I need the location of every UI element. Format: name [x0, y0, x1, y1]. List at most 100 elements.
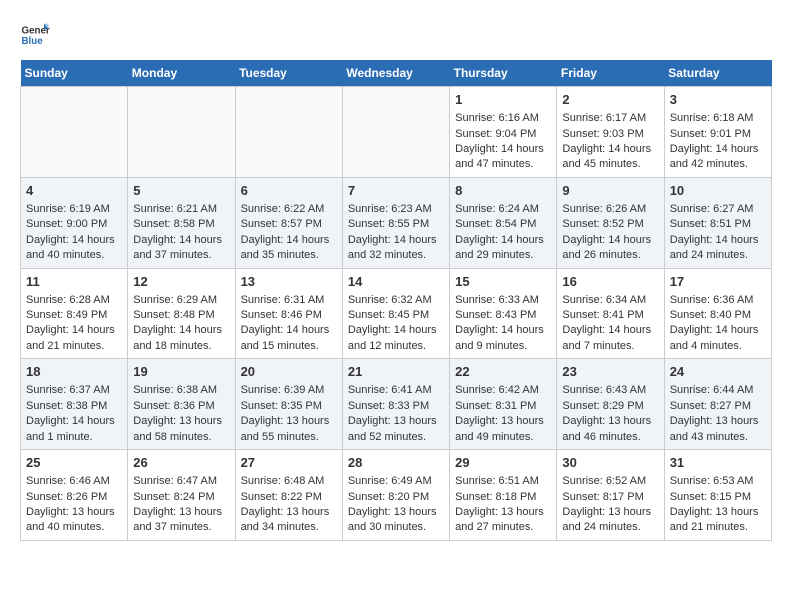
day-number: 18 [26, 363, 122, 381]
calendar-cell: 25 Sunrise: 6:46 AMSunset: 8:26 PMDayligh… [21, 450, 128, 541]
day-number: 29 [455, 454, 551, 472]
calendar-cell: 18Sunrise: 6:37 AMSunset: 8:38 PMDayligh… [21, 359, 128, 450]
day-number: 6 [241, 182, 337, 200]
calendar-week-row: 4Sunrise: 6:19 AMSunset: 9:00 PMDaylight… [21, 177, 772, 268]
day-info: Daylight: 14 hours and 40 minutes. [26, 233, 122, 264]
day-info: Sunset: 8:48 PM [133, 308, 229, 323]
day-number: 23 [562, 363, 658, 381]
day-number: 31 [670, 454, 766, 472]
day-info: Sunset: 8:22 PM [241, 490, 337, 505]
day-info: Sunrise: 6:36 AM [670, 293, 766, 308]
day-number: 8 [455, 182, 551, 200]
day-header-thursday: Thursday [450, 60, 557, 87]
day-number: 26 [133, 454, 229, 472]
day-info: Sunset: 8:18 PM [455, 490, 551, 505]
calendar-cell: 6Sunrise: 6:22 AMSunset: 8:57 PMDaylight… [235, 177, 342, 268]
day-info: Sunrise: 6:34 AM [562, 293, 658, 308]
day-info: Daylight: 13 hours and 49 minutes. [455, 414, 551, 445]
day-info: Daylight: 13 hours and 52 minutes. [348, 414, 444, 445]
day-info: Sunrise: 6:39 AM [241, 383, 337, 398]
day-info: Sunset: 8:31 PM [455, 399, 551, 414]
calendar-cell [21, 87, 128, 178]
day-info: Sunrise: 6:48 AM [241, 474, 337, 489]
day-header-saturday: Saturday [664, 60, 771, 87]
day-info: Daylight: 13 hours and 21 minutes. [670, 505, 766, 536]
day-info: Sunset: 8:27 PM [670, 399, 766, 414]
calendar-cell: 26Sunrise: 6:47 AMSunset: 8:24 PMDayligh… [128, 450, 235, 541]
day-info: Sunset: 8:26 PM [26, 490, 122, 505]
day-number: 7 [348, 182, 444, 200]
calendar-table: SundayMondayTuesdayWednesdayThursdayFrid… [20, 60, 772, 541]
day-info: Sunrise: 6:24 AM [455, 202, 551, 217]
day-info: Sunrise: 6:51 AM [455, 474, 551, 489]
day-info: Daylight: 14 hours and 35 minutes. [241, 233, 337, 264]
day-number: 2 [562, 91, 658, 109]
calendar-cell: 10Sunrise: 6:27 AMSunset: 8:51 PMDayligh… [664, 177, 771, 268]
day-header-monday: Monday [128, 60, 235, 87]
calendar-cell: 5 Sunrise: 6:21 AMSunset: 8:58 PMDaylight… [128, 177, 235, 268]
day-number: 15 [455, 273, 551, 291]
calendar-cell: 3Sunrise: 6:18 AMSunset: 9:01 PMDaylight… [664, 87, 771, 178]
day-info: Daylight: 14 hours and 32 minutes. [348, 233, 444, 264]
day-header-friday: Friday [557, 60, 664, 87]
day-info: Sunrise: 6:41 AM [348, 383, 444, 398]
day-info: Daylight: 14 hours and 12 minutes. [348, 323, 444, 354]
day-number: 3 [670, 91, 766, 109]
day-info: Daylight: 14 hours and 37 minutes. [133, 233, 229, 264]
day-info: Daylight: 13 hours and 46 minutes. [562, 414, 658, 445]
day-number: 16 [562, 273, 658, 291]
day-header-tuesday: Tuesday [235, 60, 342, 87]
day-info: Daylight: 13 hours and 43 minutes. [670, 414, 766, 445]
calendar-cell: 16Sunrise: 6:34 AMSunset: 8:41 PMDayligh… [557, 268, 664, 359]
calendar-cell: 1Sunrise: 6:16 AMSunset: 9:04 PMDaylight… [450, 87, 557, 178]
day-info: Sunrise: 6:16 AM [455, 111, 551, 126]
calendar-cell: 4Sunrise: 6:19 AMSunset: 9:00 PMDaylight… [21, 177, 128, 268]
day-number: 21 [348, 363, 444, 381]
day-number: 25 [26, 454, 122, 472]
day-info: Sunrise: 6:23 AM [348, 202, 444, 217]
day-info: Sunrise: 6:26 AM [562, 202, 658, 217]
calendar-week-row: 25Sunrise: 6:46 AMSunset: 8:26 PMDayligh… [21, 450, 772, 541]
day-number: 5 [133, 182, 229, 200]
day-info: Sunset: 8:33 PM [348, 399, 444, 414]
calendar-cell: 9Sunrise: 6:26 AMSunset: 8:52 PMDaylight… [557, 177, 664, 268]
day-info: Sunset: 8:38 PM [26, 399, 122, 414]
day-info: Sunrise: 6:21 AM [133, 202, 229, 217]
day-info: Sunset: 9:00 PM [26, 217, 122, 232]
logo: General Blue [20, 20, 50, 50]
day-info: Sunrise: 6:46 AM [26, 474, 122, 489]
day-info: Sunrise: 6:28 AM [26, 293, 122, 308]
calendar-cell [128, 87, 235, 178]
day-info: Sunrise: 6:18 AM [670, 111, 766, 126]
calendar-cell: 24Sunrise: 6:44 AMSunset: 8:27 PMDayligh… [664, 359, 771, 450]
day-info: Daylight: 13 hours and 37 minutes. [133, 505, 229, 536]
day-info: Daylight: 13 hours and 34 minutes. [241, 505, 337, 536]
day-number: 27 [241, 454, 337, 472]
day-info: Sunrise: 6:22 AM [241, 202, 337, 217]
calendar-week-row: 1Sunrise: 6:16 AMSunset: 9:04 PMDaylight… [21, 87, 772, 178]
day-info: Sunset: 8:58 PM [133, 217, 229, 232]
day-info: Sunset: 8:52 PM [562, 217, 658, 232]
day-info: Daylight: 14 hours and 7 minutes. [562, 323, 658, 354]
calendar-cell: 14Sunrise: 6:32 AMSunset: 8:45 PMDayligh… [342, 268, 449, 359]
day-info: Daylight: 14 hours and 45 minutes. [562, 142, 658, 173]
day-info: Daylight: 14 hours and 1 minute. [26, 414, 122, 445]
day-info: Daylight: 14 hours and 4 minutes. [670, 323, 766, 354]
day-info: Daylight: 14 hours and 9 minutes. [455, 323, 551, 354]
calendar-cell: 11Sunrise: 6:28 AMSunset: 8:49 PMDayligh… [21, 268, 128, 359]
day-info: Sunrise: 6:43 AM [562, 383, 658, 398]
day-header-wednesday: Wednesday [342, 60, 449, 87]
day-info: Sunset: 9:04 PM [455, 127, 551, 142]
day-info: Daylight: 13 hours and 40 minutes. [26, 505, 122, 536]
day-info: Daylight: 13 hours and 55 minutes. [241, 414, 337, 445]
day-info: Sunset: 9:01 PM [670, 127, 766, 142]
day-info: Sunrise: 6:32 AM [348, 293, 444, 308]
day-info: Sunrise: 6:27 AM [670, 202, 766, 217]
day-number: 20 [241, 363, 337, 381]
day-number: 9 [562, 182, 658, 200]
day-info: Daylight: 14 hours and 18 minutes. [133, 323, 229, 354]
day-info: Sunset: 8:36 PM [133, 399, 229, 414]
day-info: Daylight: 13 hours and 24 minutes. [562, 505, 658, 536]
calendar-cell: 23Sunrise: 6:43 AMSunset: 8:29 PMDayligh… [557, 359, 664, 450]
day-number: 13 [241, 273, 337, 291]
